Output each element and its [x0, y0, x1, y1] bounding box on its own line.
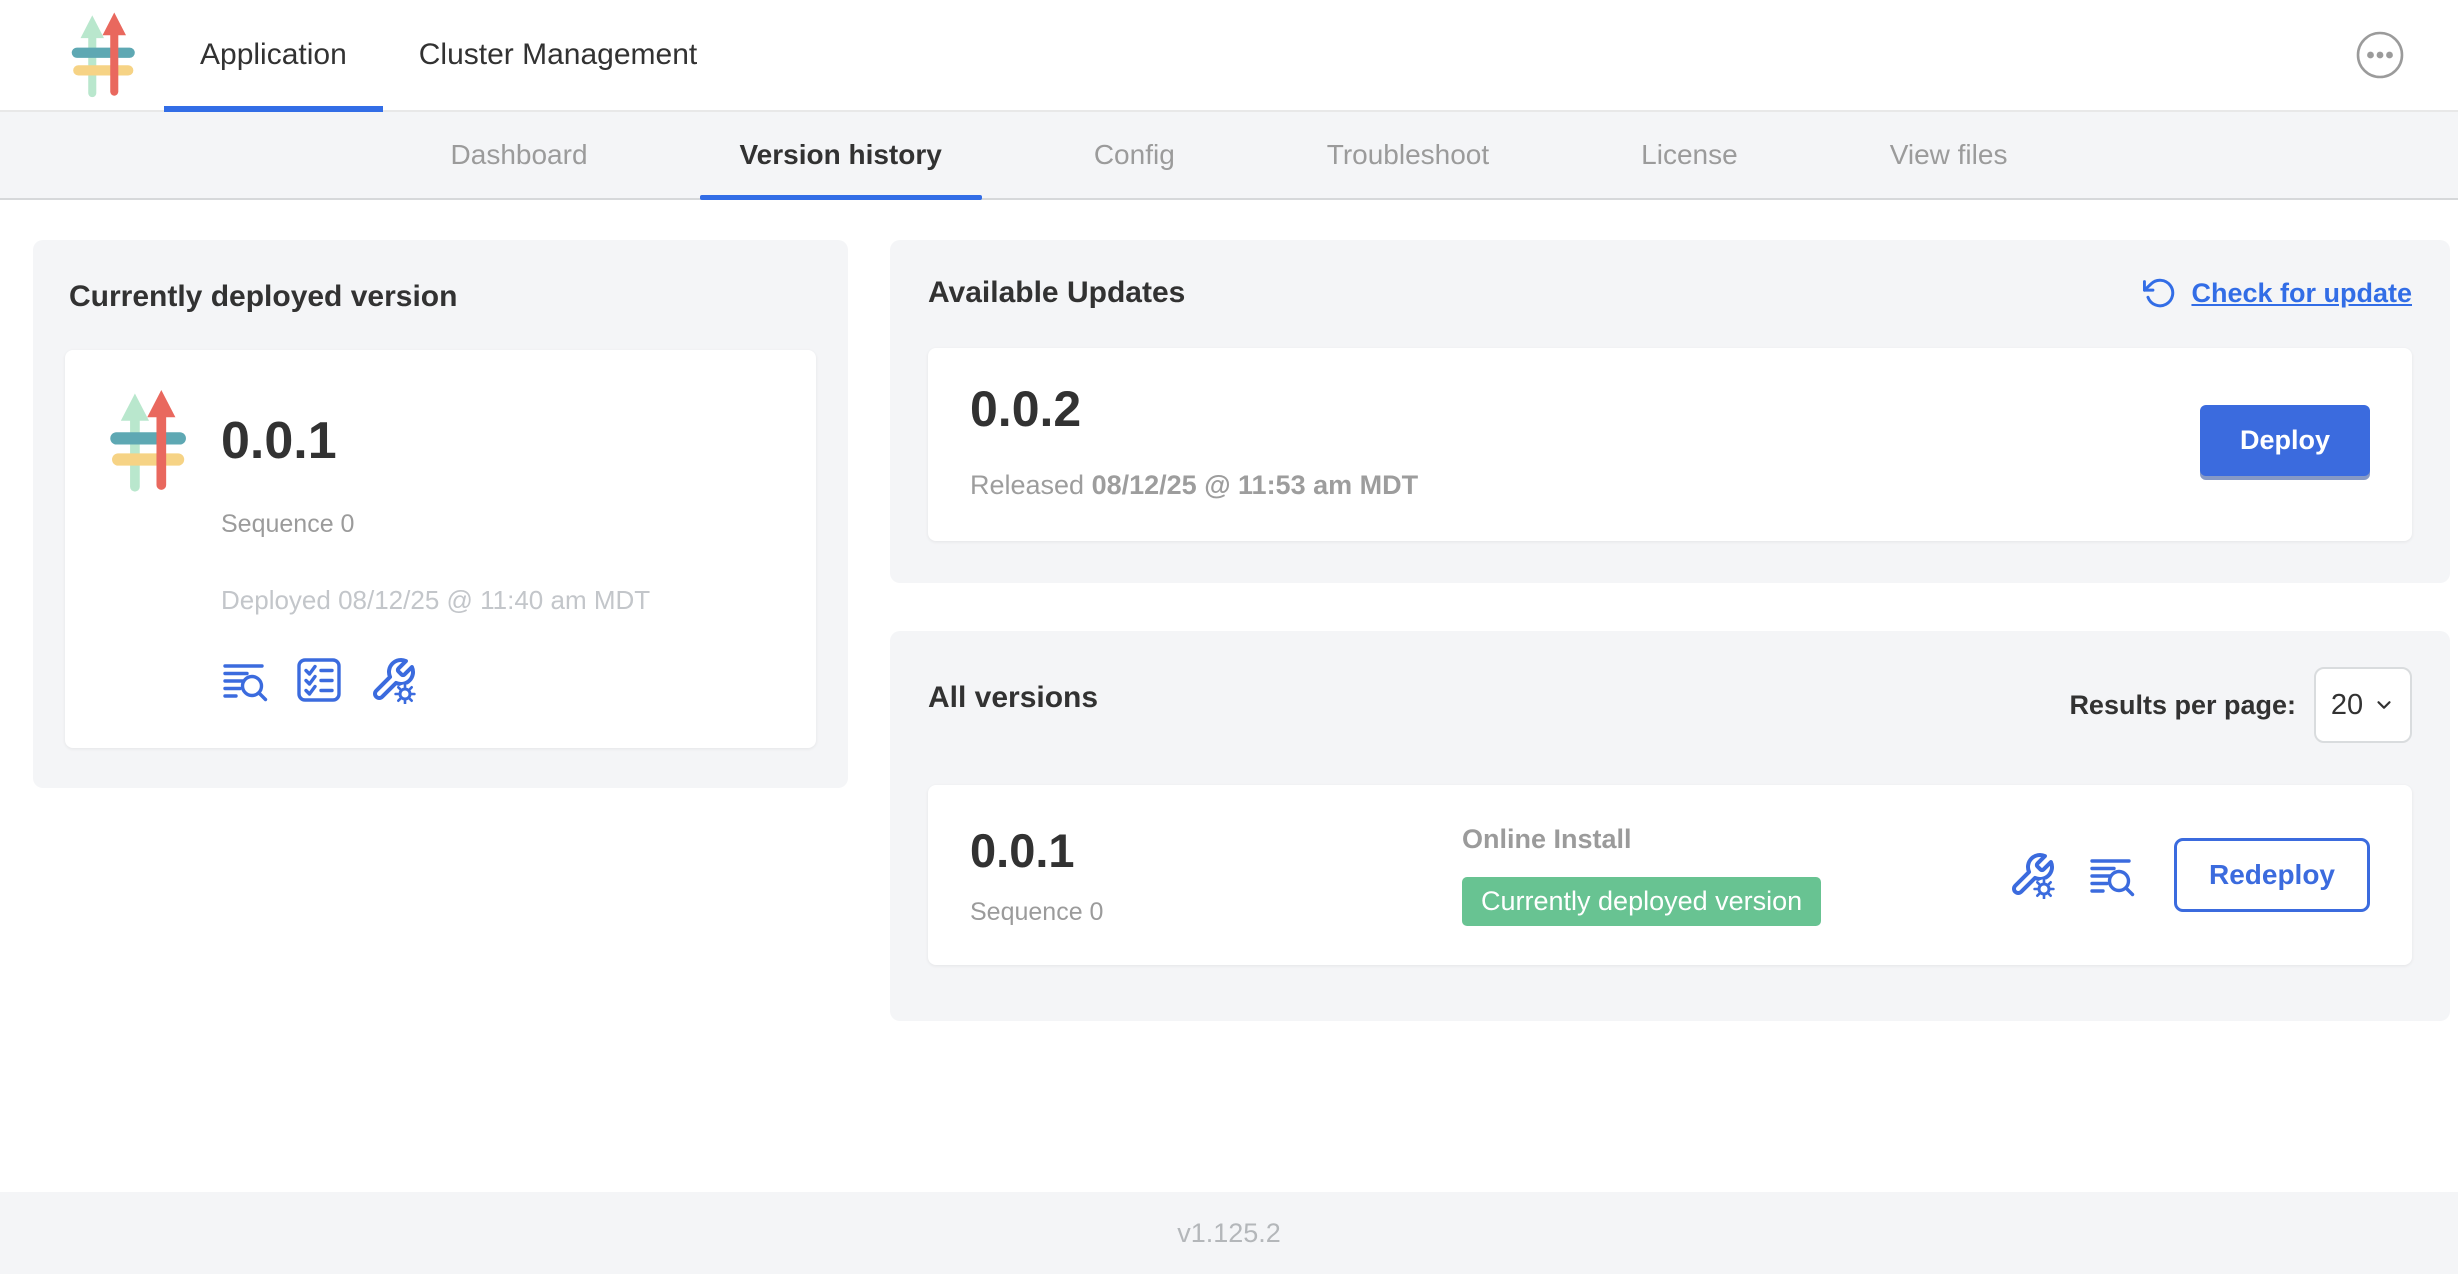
results-per-page-label: Results per page:: [2069, 690, 2296, 721]
tab-cluster-management-label: Cluster Management: [419, 38, 697, 72]
refresh-icon: [2143, 276, 2177, 310]
tab-application[interactable]: Application: [164, 0, 383, 110]
right-column: Available Updates Check for update 0.0.2…: [890, 240, 2450, 1021]
available-updates-section: Available Updates Check for update 0.0.2…: [890, 240, 2450, 583]
all-versions-title: All versions: [928, 681, 1098, 715]
check-for-update-label: Check for update: [2191, 278, 2412, 309]
update-released-timestamp: Released 08/12/25 @ 11:53 am MDT: [970, 470, 1418, 501]
update-info: 0.0.2 Released 08/12/25 @ 11:53 am MDT: [970, 380, 1418, 501]
subnav-tab-license[interactable]: License: [1629, 112, 1750, 198]
redeploy-button[interactable]: Redeploy: [2174, 838, 2370, 912]
version-row-actions: Redeploy: [2008, 838, 2370, 912]
preflight-checklist-icon[interactable]: [295, 656, 343, 704]
app-logo: [62, 11, 146, 99]
deployed-date: 08/12/25 @ 11:40 am MDT: [338, 585, 650, 615]
admin-console-page: Application Cluster Management Dashboard…: [0, 0, 2458, 1274]
version-row-info: 0.0.1 Sequence 0: [970, 823, 1462, 927]
deployed-prefix: Deployed: [221, 585, 338, 615]
version-row-number: 0.0.1: [970, 823, 1462, 878]
app-subnav: Dashboard Version history Config Trouble…: [0, 112, 2458, 200]
subnav-tab-troubleshoot[interactable]: Troubleshoot: [1315, 112, 1501, 198]
released-date: 08/12/25 @ 11:53 am MDT: [1092, 470, 1419, 500]
top-header: Application Cluster Management: [0, 0, 2458, 112]
deployed-version-number: 0.0.1: [221, 411, 776, 471]
ellipsis-icon: [2354, 29, 2406, 81]
update-card: 0.0.2 Released 08/12/25 @ 11:53 am MDT D…: [928, 348, 2412, 541]
version-row: 0.0.1 Sequence 0 Online Install Currentl…: [928, 785, 2412, 965]
results-per-page-select[interactable]: 20: [2314, 667, 2412, 743]
update-version-number: 0.0.2: [970, 380, 1418, 438]
logs-icon[interactable]: [221, 656, 269, 704]
tab-cluster-management[interactable]: Cluster Management: [383, 0, 733, 110]
chevron-down-icon: [2373, 694, 2395, 716]
released-prefix: Released: [970, 470, 1092, 500]
deployed-actions: [221, 656, 776, 704]
install-type-label: Online Install: [1462, 824, 2008, 855]
subnav-tab-view-files-label: View files: [1890, 139, 2008, 171]
results-per-page-value: 20: [2331, 689, 2363, 722]
app-logo-icon: [62, 11, 146, 99]
config-icon[interactable]: [369, 656, 417, 704]
currently-deployed-section: Currently deployed version 0.0.1 Sequenc…: [33, 240, 848, 788]
subnav-tab-version-history-label: Version history: [740, 139, 942, 171]
logs-icon[interactable]: [2088, 851, 2136, 899]
subnav-tab-dashboard[interactable]: Dashboard: [439, 112, 600, 198]
config-icon[interactable]: [2008, 851, 2056, 899]
page-footer: v1.125.2: [0, 1192, 2458, 1274]
currently-deployed-badge: Currently deployed version: [1462, 877, 1821, 926]
console-version: v1.125.2: [1177, 1218, 1281, 1249]
version-row-sequence: Sequence 0: [970, 898, 1462, 927]
subnav-tab-dashboard-label: Dashboard: [451, 139, 588, 171]
tab-application-label: Application: [200, 38, 347, 72]
main-content: Currently deployed version 0.0.1 Sequenc…: [0, 200, 2458, 1192]
subnav-tab-view-files[interactable]: View files: [1878, 112, 2020, 198]
currently-deployed-card: 0.0.1 Sequence 0 Deployed 08/12/25 @ 11:…: [65, 350, 816, 748]
results-per-page: Results per page: 20: [2069, 667, 2412, 743]
deployed-sequence: Sequence 0: [221, 510, 776, 539]
deployed-timestamp: Deployed 08/12/25 @ 11:40 am MDT: [221, 585, 776, 616]
subnav-tab-config[interactable]: Config: [1082, 112, 1187, 198]
currently-deployed-title: Currently deployed version: [69, 280, 816, 314]
subnav-tab-troubleshoot-label: Troubleshoot: [1327, 139, 1489, 171]
available-updates-title: Available Updates: [928, 276, 1185, 310]
all-versions-section: All versions Results per page: 20 0.0: [890, 631, 2450, 1021]
version-row-status: Online Install Currently deployed versio…: [1462, 824, 2008, 926]
overflow-menu-button[interactable]: [2354, 29, 2406, 81]
subnav-tab-version-history[interactable]: Version history: [728, 112, 954, 198]
app-logo-icon: [105, 386, 193, 496]
check-for-update-link[interactable]: Check for update: [2143, 276, 2412, 310]
subnav-tab-license-label: License: [1641, 139, 1738, 171]
subnav-tab-config-label: Config: [1094, 139, 1175, 171]
deploy-button[interactable]: Deploy: [2200, 405, 2370, 476]
